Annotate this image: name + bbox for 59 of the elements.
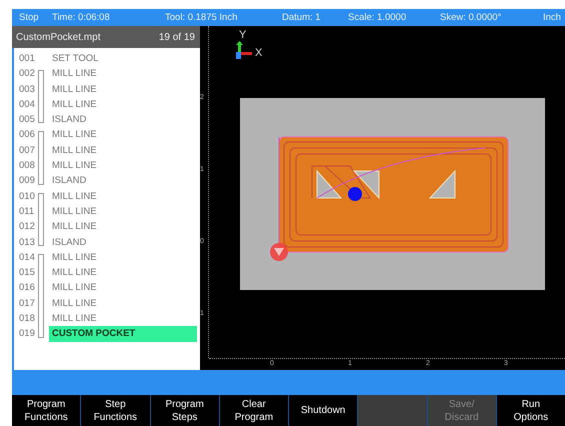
step-item[interactable]: MILL LINE bbox=[49, 188, 200, 204]
status-text: Inch bbox=[543, 12, 562, 23]
step-number: 003 bbox=[18, 82, 36, 97]
step-item[interactable]: MILL LINE bbox=[49, 219, 200, 235]
step-number: 019 bbox=[18, 327, 36, 342]
softkey-button[interactable]: Program Steps bbox=[150, 395, 219, 426]
step-number: 013 bbox=[18, 236, 36, 250]
origin-marker-icon bbox=[270, 243, 288, 261]
step-number: 014 bbox=[18, 250, 36, 265]
step-item[interactable]: MILL LINE bbox=[49, 311, 200, 326]
step-number: 011 bbox=[18, 204, 36, 219]
step-number: 002 bbox=[18, 67, 36, 82]
step-item[interactable]: MILL LINE bbox=[49, 280, 200, 296]
step-position: 19 of 19 bbox=[158, 32, 195, 42]
axis-label: X bbox=[255, 48, 262, 59]
step-number: 009 bbox=[18, 174, 36, 188]
softkey-button[interactable]: Step Functions bbox=[81, 395, 150, 426]
softkey-button[interactable]: Run Options bbox=[496, 395, 565, 426]
step-number: 001 bbox=[18, 52, 36, 66]
step-item[interactable]: MILL LINE bbox=[49, 127, 200, 143]
step-number: 007 bbox=[18, 144, 36, 158]
softkey-button[interactable]: Clear Program bbox=[220, 395, 288, 426]
file-name: CustomPocket.mpt bbox=[16, 32, 100, 42]
status-text: Time: 0:06:08 bbox=[52, 12, 111, 23]
step-item[interactable]: MILL LINE bbox=[49, 250, 200, 266]
step-number: 004 bbox=[18, 98, 36, 112]
tool-position-icon bbox=[348, 187, 362, 201]
step-number: 018 bbox=[18, 312, 36, 326]
step-number: 015 bbox=[18, 266, 36, 280]
step-item[interactable]: MILL LINE bbox=[49, 82, 200, 97]
step-item[interactable]: MILL LINE bbox=[49, 296, 200, 312]
step-number: 005 bbox=[18, 113, 36, 128]
status-text: Stop bbox=[18, 12, 40, 23]
step-number: 008 bbox=[18, 159, 36, 174]
step-number: 010 bbox=[18, 190, 36, 204]
axis-triad-icon bbox=[236, 41, 253, 59]
step-number: 006 bbox=[18, 128, 36, 142]
step-item[interactable]: ISLAND bbox=[49, 234, 200, 250]
step-item[interactable]: MILL LINE bbox=[49, 66, 200, 82]
axis-label: Y bbox=[238, 30, 248, 41]
status-text: Datum: 1 bbox=[282, 12, 322, 23]
step-item[interactable]: MILL LINE bbox=[49, 142, 200, 158]
step-number: 016 bbox=[18, 281, 36, 296]
status-text: Skew: 0.0000° bbox=[440, 12, 502, 23]
softkey-button: Save/ Discard bbox=[428, 395, 496, 426]
step-item[interactable]: MILL LINE bbox=[49, 96, 200, 112]
softkey-button[interactable]: Program Functions bbox=[12, 395, 80, 426]
status-text: Tool: 0.1875 Inch bbox=[165, 12, 238, 23]
softkey-button[interactable]: Shutdown bbox=[289, 395, 358, 426]
step-item[interactable]: MILL LINE bbox=[49, 204, 200, 220]
step-item[interactable]: SET TOOL bbox=[49, 51, 200, 66]
status-text: Scale: 1.0000 bbox=[348, 12, 408, 23]
step-item[interactable]: MILL LINE bbox=[49, 265, 200, 280]
step-item[interactable]: MILL LINE bbox=[49, 158, 200, 174]
step-item[interactable]: ISLAND bbox=[49, 173, 200, 189]
step-item[interactable]: CUSTOM POCKET bbox=[49, 326, 197, 342]
step-item[interactable]: ISLAND bbox=[49, 112, 200, 128]
step-number: 012 bbox=[18, 220, 36, 234]
step-number: 017 bbox=[18, 296, 36, 311]
